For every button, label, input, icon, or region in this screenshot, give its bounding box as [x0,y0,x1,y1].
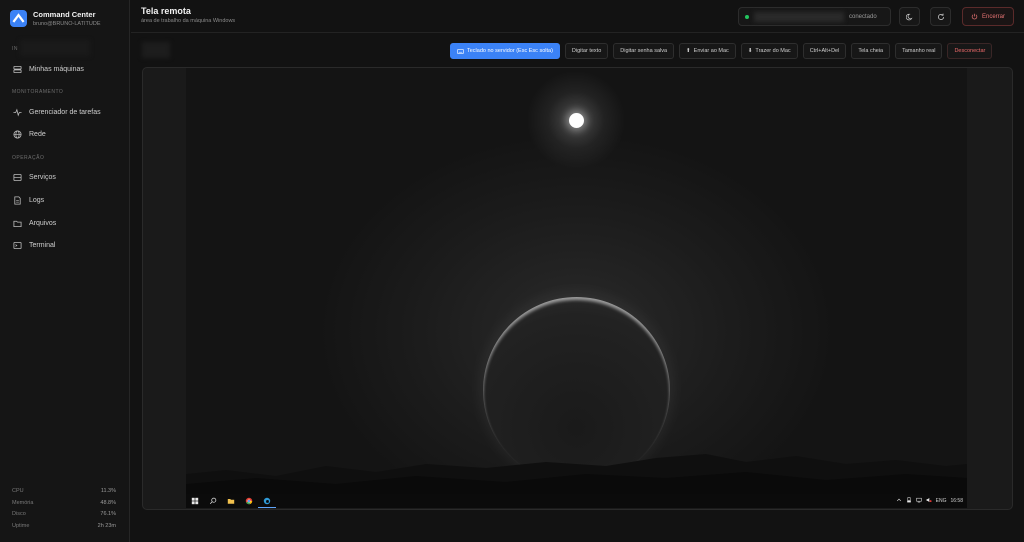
power-icon [971,13,978,20]
sidebar-item-arquivos[interactable]: Arquivos [8,215,122,232]
section-label-operacao: OPERAÇÃO [12,155,45,161]
stat-cpu: CPU 11.3% [12,488,116,494]
connection-status: conectado [849,13,877,20]
sidebar-item-logs[interactable]: Logs [8,192,122,209]
system-stats: CPU 11.3% Memória 48.8% Disco 76.1% Uptime 2… [12,488,116,534]
real-size-button[interactable]: Tamanho real [895,43,943,59]
theme-toggle-button[interactable] [899,7,920,26]
sidebar-item-label: Gerenciador de tarefas [29,109,101,116]
sidebar-item-label: Terminal [29,242,56,249]
bring-from-mac-button[interactable]: ⬇ Trazer do Mac [740,43,798,59]
windows-start-icon[interactable] [186,494,204,508]
type-saved-password-button[interactable]: Digitar senha salva [613,43,675,59]
refresh-icon [937,13,944,20]
type-text-button[interactable]: Digitar texto [564,43,609,59]
windows-taskbar: ENG 16:58 [186,494,967,508]
arrow-up-icon: ⬆ [686,48,691,54]
globe-icon [13,130,22,139]
page-subtitle: área de trabalho da máquina Windows [141,18,236,24]
status-dot-icon [745,14,749,19]
file-explorer-icon[interactable] [222,494,240,508]
usb-icon[interactable] [906,497,912,505]
keyboard-capture-button[interactable]: Teclado no servidor (Esc Esc solta) [450,43,560,59]
file-icon [13,196,22,205]
sidebar-item-gerenciador-de-tarefas[interactable]: Gerenciador de tarefas [8,104,122,121]
sidebar-item-label: Arquivos [29,220,57,227]
app-logo-icon [10,10,27,27]
edge-icon[interactable] [258,494,276,508]
end-session-button[interactable]: Encerrar [962,7,1014,26]
keyboard-icon [457,48,464,54]
page-title: Tela remota [141,6,191,16]
refresh-button[interactable] [930,7,951,26]
network-icon[interactable] [915,497,922,505]
brand[interactable]: Command Center bruno@BRUNO-LATITUDE [10,10,101,27]
sidebar-item-label: Serviços [29,174,56,181]
sidebar-item-rede[interactable]: Rede [8,126,122,143]
stat-uptime: Uptime 2h 23m [12,522,116,529]
fullscreen-button[interactable]: Tela cheia [851,43,891,59]
send-to-mac-button[interactable]: ⬆ Enviar ao Mac [679,43,736,59]
disconnect-button[interactable]: Desconectar [947,43,993,59]
sidebar-item-label: Minhas máquinas [29,66,84,73]
wallpaper-mountains [186,454,967,494]
blurred-region [142,42,170,58]
sidebar-item-label: Logs [29,197,45,204]
ctrl-alt-del-button[interactable]: Ctrl+Alt+Del [802,43,847,59]
moon-icon [905,13,912,20]
volume-muted-icon[interactable] [926,497,932,505]
user-label: bruno@BRUNO-LATITUDE [33,21,101,27]
system-tray: ENG 16:58 [896,497,967,505]
section-label-inicio: IN [12,46,18,52]
sidebar-item-label: Rede [29,131,46,138]
folder-icon [13,219,22,228]
terminal-icon [13,241,22,250]
tray-language[interactable]: ENG [936,498,947,504]
sidebar-item-minhas-maquinas[interactable]: Minhas máquinas [8,61,122,78]
sidebar-item-terminal[interactable]: Terminal [8,237,122,254]
remote-toolbar: Teclado no servidor (Esc Esc solta) Digi… [450,43,993,59]
activity-icon [13,108,22,117]
sidebar-item-servicos[interactable]: Serviços [8,169,122,186]
section-label-monitoramento: MONITORAMENTO [12,89,64,95]
connection-selector[interactable]: conectado [738,7,891,26]
blurred-region [20,40,90,56]
server-icon [13,173,22,182]
search-icon[interactable] [204,494,222,508]
header: Tela remota área de trabalho da máquina … [131,0,1024,33]
servers-icon [13,65,22,74]
sidebar: Command Center bruno@BRUNO-LATITUDE IN M… [0,0,130,542]
stat-disk: Disco 76.1% [12,511,116,517]
chevron-up-icon[interactable] [896,497,902,505]
blurred-machine-name [754,11,844,22]
remote-desktop[interactable]: ENG 16:58 [186,68,967,508]
app-name: Command Center [33,10,96,19]
tray-clock[interactable]: 16:58 [950,498,963,504]
wallpaper-moon [569,113,584,128]
arrow-down-icon: ⬇ [747,48,753,54]
stat-memory: Memória 48.8% [12,499,116,506]
chrome-icon[interactable] [240,494,258,508]
